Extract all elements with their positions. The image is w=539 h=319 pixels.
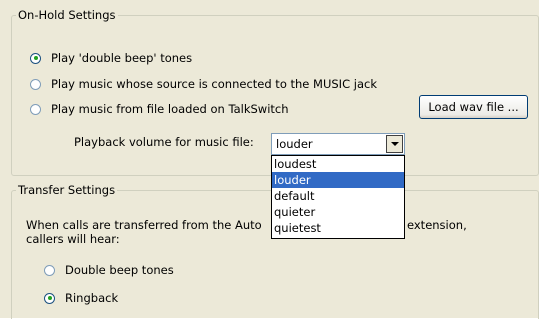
radio-transfer-double-beep[interactable] — [44, 264, 55, 276]
radio-transfer-ringback[interactable] — [44, 292, 55, 304]
dropdown-option-loudest[interactable]: loudest — [272, 156, 404, 172]
transfer-description-start: When calls are transferred from the Auto — [26, 218, 262, 232]
on-hold-option-music-jack[interactable]: Play music whose source is connected to … — [30, 77, 377, 91]
radio-double-beep[interactable] — [30, 52, 41, 64]
on-hold-option-music-file[interactable]: Play music from file loaded on TalkSwitc… — [30, 102, 289, 116]
dropdown-option-louder[interactable]: louder — [272, 172, 404, 188]
dropdown-arrow-button[interactable] — [386, 135, 403, 153]
transfer-option-ringback[interactable]: Ringback — [44, 291, 118, 305]
transfer-option-label: Ringback — [65, 291, 119, 305]
transfer-description-end: extension, — [407, 218, 467, 232]
radio-music-file[interactable] — [30, 103, 41, 115]
dropdown-option-quieter[interactable]: quieter — [272, 204, 404, 220]
transfer-description-line2: callers will hear: — [26, 232, 120, 246]
on-hold-option-label: Play 'double beep' tones — [51, 51, 193, 65]
load-wav-file-button[interactable]: Load wav file ... — [419, 95, 528, 119]
on-hold-option-label: Play music from file loaded on TalkSwitc… — [51, 102, 289, 116]
playback-volume-select[interactable]: louder — [271, 133, 405, 155]
transfer-option-double-beep[interactable]: Double beep tones — [44, 263, 174, 277]
settings-panel: On-Hold Settings Play 'double beep' tone… — [0, 0, 539, 319]
playback-volume-value: louder — [276, 137, 313, 151]
transfer-settings-legend: Transfer Settings — [18, 183, 116, 197]
chevron-down-icon — [390, 142, 399, 146]
dropdown-option-default[interactable]: default — [272, 188, 404, 204]
playback-volume-label: Playback volume for music file: — [74, 135, 254, 149]
dropdown-option-quietest[interactable]: quietest — [272, 220, 404, 236]
on-hold-option-double-beep[interactable]: Play 'double beep' tones — [30, 51, 192, 65]
radio-music-jack[interactable] — [30, 78, 41, 90]
on-hold-option-label: Play music whose source is connected to … — [51, 77, 377, 91]
transfer-option-label: Double beep tones — [65, 263, 174, 277]
playback-volume-dropdown-list: loudest louder default quieter quietest — [271, 155, 405, 239]
on-hold-settings-legend: On-Hold Settings — [18, 8, 116, 22]
